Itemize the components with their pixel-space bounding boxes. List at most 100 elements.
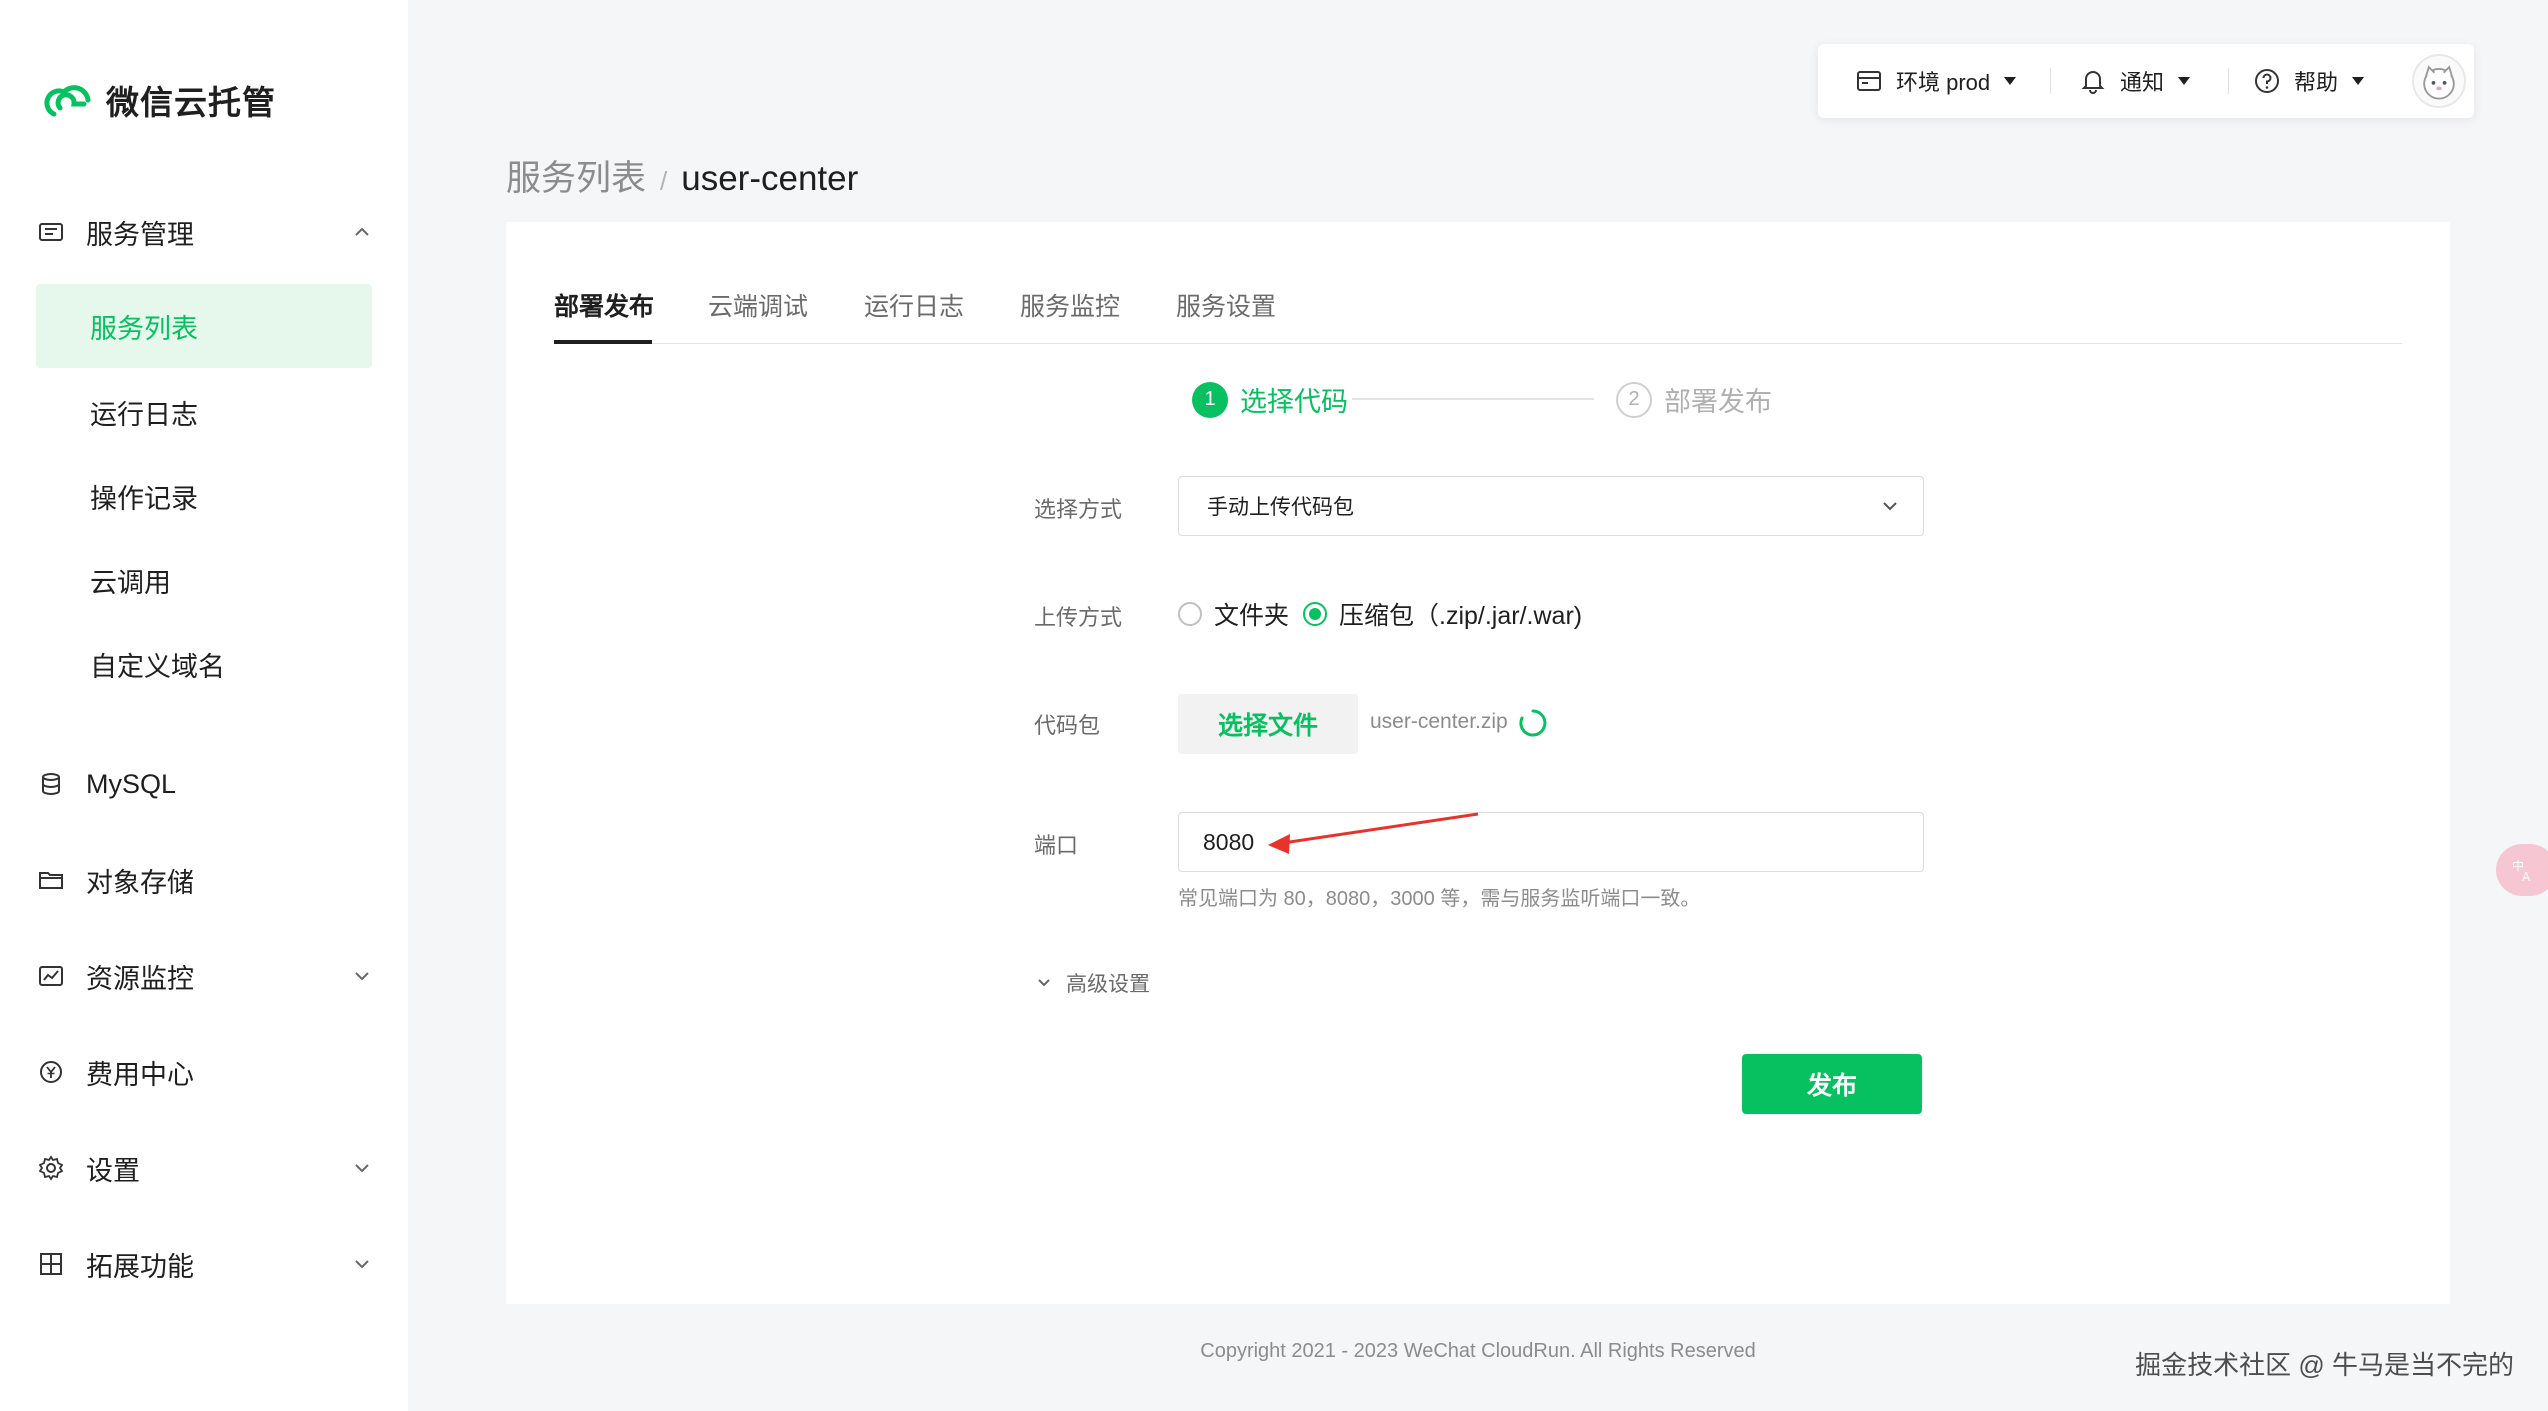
sidebar-group-label: 费用中心 — [86, 1059, 194, 1090]
sidebar-item-service-list[interactable]: 服务列表 — [36, 284, 372, 368]
method-select[interactable]: 手动上传代码包 — [1178, 476, 1924, 536]
top-toolbar: 环境 prod 通知 帮助 — [1818, 44, 2474, 118]
loading-spinner-icon — [1519, 709, 1547, 737]
port-input[interactable]: 8080 — [1178, 812, 1924, 872]
sidebar-item-cloud-call[interactable]: 云调用 — [36, 538, 372, 622]
advanced-settings-toggle[interactable]: 高级设置 — [1036, 968, 1150, 998]
chevron-up-icon — [352, 222, 372, 242]
chevron-down-icon — [1883, 502, 1897, 511]
chevron-down-icon — [1038, 979, 1050, 987]
sidebar-group-object-storage[interactable]: 对象存储 — [36, 848, 372, 912]
tab-bar: 部署发布 云端调试 运行日志 服务监控 服务设置 — [554, 262, 2402, 344]
port-hint: 常见端口为 80，8080，3000 等，需与服务监听端口一致。 — [1178, 888, 1701, 910]
port-label: 端口 — [1034, 833, 1079, 858]
env-selector[interactable]: 环境 prod — [1856, 44, 2017, 118]
sidebar-item-label: 运行日志 — [90, 399, 198, 430]
avatar[interactable] — [2412, 54, 2466, 108]
sidebar-item-operation-record[interactable]: 操作记录 — [36, 454, 372, 538]
divider — [2228, 68, 2229, 94]
sidebar-item-label: 自定义域名 — [90, 651, 225, 682]
tab-cloud-debug[interactable]: 云端调试 — [708, 262, 808, 344]
choose-file-button[interactable]: 选择文件 — [1178, 694, 1358, 754]
tab-label: 运行日志 — [864, 293, 965, 321]
watermark: 掘金技术社区 @ 牛马是当不完的 — [2135, 1350, 2514, 1380]
main-card: 部署发布 云端调试 运行日志 服务监控 服务设置 1 选择代码 2 部署发布 选… — [506, 222, 2450, 1304]
sidebar-item-label: 服务列表 — [90, 313, 198, 344]
step-label: 选择代码 — [1240, 387, 1348, 417]
caret-down-icon — [2178, 77, 2191, 85]
divider — [2050, 68, 2051, 94]
caret-down-icon — [2352, 77, 2365, 85]
cloud-logo-icon — [44, 85, 91, 117]
breadcrumb: 服务列表 / user-center — [506, 150, 858, 201]
folder-icon — [36, 865, 66, 895]
sidebar-group-label: 服务管理 — [86, 219, 194, 250]
step-select-code: 1 选择代码 — [1192, 380, 1348, 419]
tab-label: 云端调试 — [708, 293, 809, 321]
port-input-value: 8080 — [1203, 828, 1255, 855]
tab-deploy[interactable]: 部署发布 — [554, 262, 654, 344]
step-number: 2 — [1616, 381, 1652, 418]
upload-method-radio-group: 文件夹 压缩包（.zip/.jar/.war) — [1178, 596, 1596, 632]
svg-text:A: A — [2522, 870, 2531, 884]
sidebar-group-label: MySQL — [86, 768, 177, 799]
chevron-down-icon — [352, 1254, 372, 1274]
user-avatar-icon — [2423, 65, 2455, 100]
breadcrumb-separator: / — [660, 166, 668, 196]
method-select-value: 手动上传代码包 — [1207, 496, 1354, 519]
file-name: user-center.zip — [1370, 710, 1508, 733]
translate-float-button[interactable]: 中A — [2496, 844, 2548, 896]
env-label: 环境 prod — [1896, 70, 1991, 95]
env-icon — [1857, 71, 1881, 91]
tab-service-monitor[interactable]: 服务监控 — [1020, 262, 1120, 344]
monitor-icon — [36, 961, 66, 991]
step-connector — [1352, 398, 1594, 400]
notify-menu[interactable]: 通知 — [2080, 44, 2191, 118]
sidebar-group-label: 拓展功能 — [86, 1251, 194, 1282]
help-label: 帮助 — [2294, 70, 2339, 95]
sidebar-item-custom-domain[interactable]: 自定义域名 — [36, 622, 372, 706]
active-tab-indicator — [554, 340, 652, 344]
sidebar-group-billing[interactable]: 费用中心 — [36, 1040, 372, 1104]
sidebar: 微信云托管 服务管理 服务列表 运行日志 操作记录 云调用 自定义域名 MySQ… — [0, 0, 408, 1411]
publish-button[interactable]: 发布 — [1742, 1054, 1922, 1114]
help-menu[interactable]: 帮助 — [2254, 44, 2365, 118]
tab-service-settings[interactable]: 服务设置 — [1176, 262, 1276, 344]
translate-icon: 中A — [2512, 858, 2531, 884]
sidebar-item-label: 操作记录 — [90, 483, 198, 514]
sidebar-group-service-management[interactable]: 服务管理 — [36, 200, 372, 264]
page-title: user-center — [681, 159, 859, 198]
breadcrumb-parent-link[interactable]: 服务列表 — [506, 150, 646, 201]
sidebar-group-label: 对象存储 — [86, 867, 194, 898]
sidebar-group-label: 设置 — [86, 1155, 140, 1186]
sidebar-group-label: 资源监控 — [86, 963, 194, 994]
package-label: 代码包 — [1034, 713, 1101, 738]
radio-folder[interactable] — [1178, 602, 1202, 626]
radio-folder-label[interactable]: 文件夹 — [1214, 596, 1289, 632]
tab-label: 服务监控 — [1020, 293, 1121, 321]
database-icon — [36, 769, 66, 799]
yen-icon — [36, 1057, 66, 1087]
advanced-settings-label: 高级设置 — [1066, 973, 1150, 996]
help-icon — [2255, 69, 2279, 93]
sidebar-group-extensions[interactable]: 拓展功能 — [36, 1232, 372, 1296]
gear-icon — [36, 1153, 66, 1183]
method-label: 选择方式 — [1034, 497, 1123, 522]
app-name: 微信云托管 — [106, 84, 276, 121]
tab-run-log[interactable]: 运行日志 — [864, 262, 964, 344]
notify-label: 通知 — [2120, 70, 2165, 95]
chevron-down-icon — [352, 1158, 372, 1178]
radio-zip-label[interactable]: 压缩包（.zip/.jar/.war) — [1339, 596, 1582, 632]
sidebar-group-mysql[interactable]: MySQL — [36, 752, 372, 816]
radio-zip[interactable] — [1303, 602, 1328, 626]
sidebar-item-run-log[interactable]: 运行日志 — [36, 370, 372, 454]
step-deploy: 2 部署发布 — [1616, 380, 1772, 419]
step-label: 部署发布 — [1664, 387, 1772, 417]
sidebar-group-settings[interactable]: 设置 — [36, 1136, 372, 1200]
tab-label: 部署发布 — [554, 293, 655, 321]
step-number: 1 — [1192, 381, 1228, 418]
sidebar-group-resource-monitor[interactable]: 资源监控 — [36, 944, 372, 1008]
app-logo[interactable]: 微信云托管 — [40, 76, 276, 124]
caret-down-icon — [2004, 77, 2017, 85]
annotation-arrow — [1268, 812, 1479, 854]
